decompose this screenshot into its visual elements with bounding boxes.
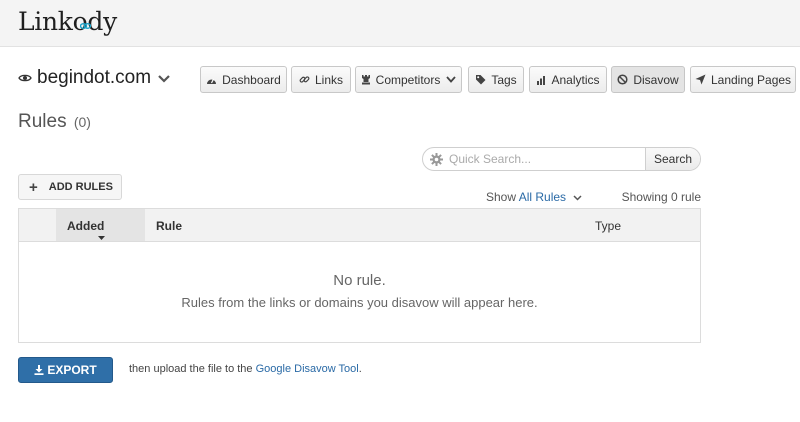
- chevron-down-icon[interactable]: [573, 195, 582, 201]
- paper-plane-icon: [695, 74, 706, 85]
- plus-icon: +: [29, 178, 38, 196]
- column-header-rule[interactable]: Rule: [156, 219, 182, 233]
- chess-icon: [361, 75, 370, 85]
- link-icon: [299, 76, 310, 83]
- nav-tags-button[interactable]: Tags: [468, 66, 524, 93]
- empty-state-title: No rule.: [333, 272, 386, 289]
- chevron-down-icon: [446, 76, 457, 83]
- page-title: Rules (0): [18, 111, 91, 133]
- filter-dropdown[interactable]: All Rules: [519, 190, 566, 204]
- rule-count: (0): [73, 114, 91, 130]
- eye-icon: [18, 74, 32, 82]
- export-button[interactable]: EXPORT: [18, 357, 113, 383]
- column-header-added[interactable]: Added: [56, 209, 145, 241]
- tag-icon: [476, 75, 486, 85]
- nav-disavow-button[interactable]: Disavow: [611, 66, 685, 93]
- table-header: Added Rule Type: [19, 209, 700, 242]
- sort-desc-icon: [98, 236, 105, 240]
- nav-label: Analytics: [551, 72, 600, 87]
- nav-analytics-button[interactable]: Analytics: [529, 66, 607, 93]
- export-note: then upload the file to the Google Disav…: [129, 363, 362, 375]
- column-label: Added: [67, 219, 105, 233]
- google-disavow-tool-link[interactable]: Google Disavow Tool: [256, 363, 359, 375]
- column-header-type[interactable]: Type: [595, 219, 621, 233]
- app-logo[interactable]: Linkody: [18, 7, 117, 36]
- page-title-text: Rules: [18, 111, 67, 132]
- site-selector[interactable]: begindot.com: [18, 66, 171, 90]
- nav-label: Disavow: [633, 72, 679, 87]
- nav-landing-pages-button[interactable]: Landing Pages: [690, 66, 796, 93]
- logo-link-icon: [80, 23, 91, 29]
- export-label: EXPORT: [47, 363, 97, 377]
- nav-competitors-button[interactable]: Competitors: [355, 66, 462, 93]
- filter-prefix: Show: [486, 190, 517, 204]
- quick-search: Search: [422, 147, 701, 171]
- nav-links-button[interactable]: Links: [291, 66, 351, 93]
- nav-label: Landing Pages: [710, 72, 792, 87]
- nav-label: Tags: [491, 72, 517, 87]
- gauge-icon: [207, 78, 217, 84]
- nav-label: Competitors: [375, 72, 441, 87]
- logo-text: Linkody: [18, 7, 117, 36]
- ban-icon: [617, 74, 628, 85]
- download-icon: [34, 365, 44, 375]
- search-input[interactable]: [449, 148, 645, 170]
- nav-label: Dashboard: [222, 72, 281, 87]
- bar-chart-icon: [537, 75, 546, 85]
- search-button[interactable]: Search: [645, 148, 700, 170]
- add-rules-label: ADD RULES: [48, 181, 113, 193]
- gear-icon[interactable]: [423, 148, 449, 170]
- result-count: Showing 0 rule: [621, 190, 701, 204]
- nav-dashboard-button[interactable]: Dashboard: [200, 66, 287, 93]
- add-rules-button[interactable]: + ADD RULES: [18, 174, 122, 200]
- rule-filter: Show All Rules: [486, 190, 582, 204]
- empty-state-message: Rules from the links or domains you disa…: [181, 295, 538, 310]
- rules-table: Added Rule Type No rule. Rules from the …: [18, 208, 701, 343]
- export-note-suffix: .: [358, 363, 362, 375]
- site-name: begindot.com: [37, 67, 152, 88]
- nav-label: Links: [315, 72, 344, 87]
- top-bar: Linkody: [0, 0, 800, 47]
- chevron-down-icon: [158, 75, 170, 83]
- export-note-prefix: then upload the file to the: [129, 363, 253, 375]
